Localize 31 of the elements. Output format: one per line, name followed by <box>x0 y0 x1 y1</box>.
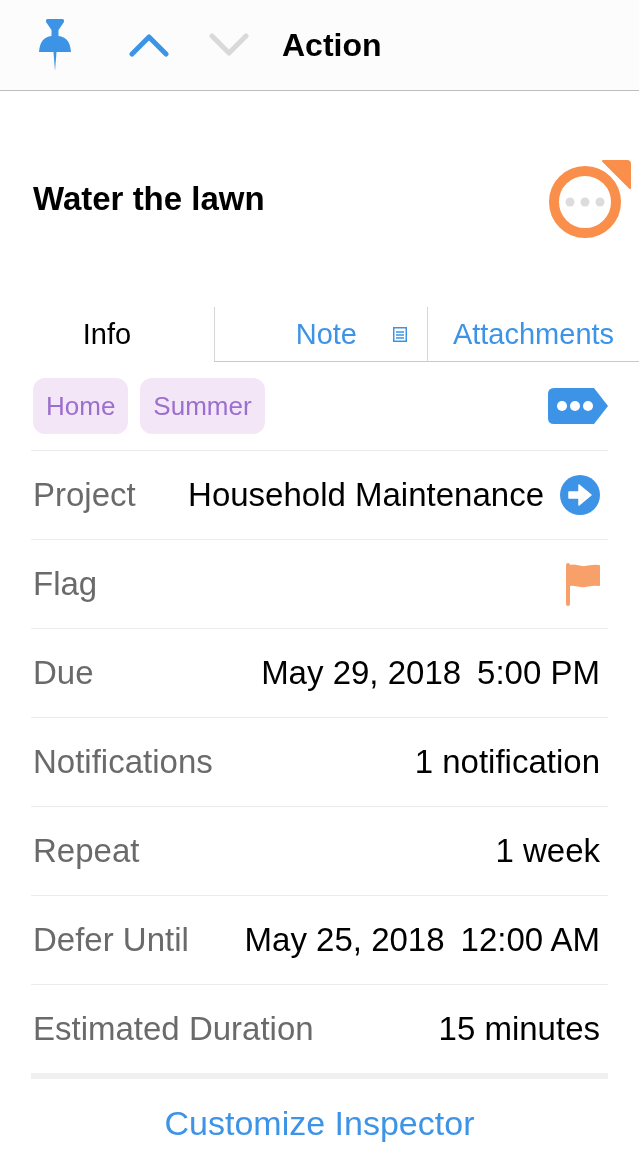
task-title: Water the lawn <box>33 180 265 218</box>
tab[interactable]: Info <box>0 307 214 362</box>
time-value: 12:00 AM <box>460 921 600 959</box>
tag-button[interactable] <box>548 388 608 424</box>
chevron-up-icon <box>129 33 169 57</box>
field-label: Estimated Duration <box>33 1010 314 1048</box>
flag-icon[interactable] <box>566 562 600 606</box>
customize-inspector-button[interactable]: Customize Inspector <box>164 1103 475 1143</box>
previous-button[interactable] <box>129 33 169 57</box>
tag-chip[interactable]: Home <box>33 378 129 434</box>
field-label: Repeat <box>33 832 140 870</box>
date-value: May 29, 2018 <box>261 654 462 692</box>
toolbar-title: Action <box>282 26 382 64</box>
project-value: Household Maintenance <box>188 476 544 514</box>
field-label: Due <box>33 654 94 692</box>
date-value: May 25, 2018 <box>244 921 445 959</box>
field-value: 15 minutes <box>438 1010 600 1048</box>
field-label: Defer Until <box>33 921 189 959</box>
arrow-right-circle-icon[interactable] <box>560 475 600 515</box>
field-label: Notifications <box>33 743 213 781</box>
chevron-down-icon <box>209 33 249 57</box>
tab[interactable]: Attachments <box>427 307 639 362</box>
field-label: Flag <box>33 565 98 603</box>
tag-chip[interactable]: Summer <box>140 378 265 434</box>
status-circle-icon[interactable] <box>549 159 631 239</box>
time-value: 5:00 PM <box>477 654 600 692</box>
field-value: 1 week <box>495 832 600 870</box>
tab[interactable]: Note <box>214 307 427 362</box>
field-label: Project <box>33 476 136 514</box>
field-value: 1 notification <box>414 743 600 781</box>
tag-icon <box>548 388 608 424</box>
